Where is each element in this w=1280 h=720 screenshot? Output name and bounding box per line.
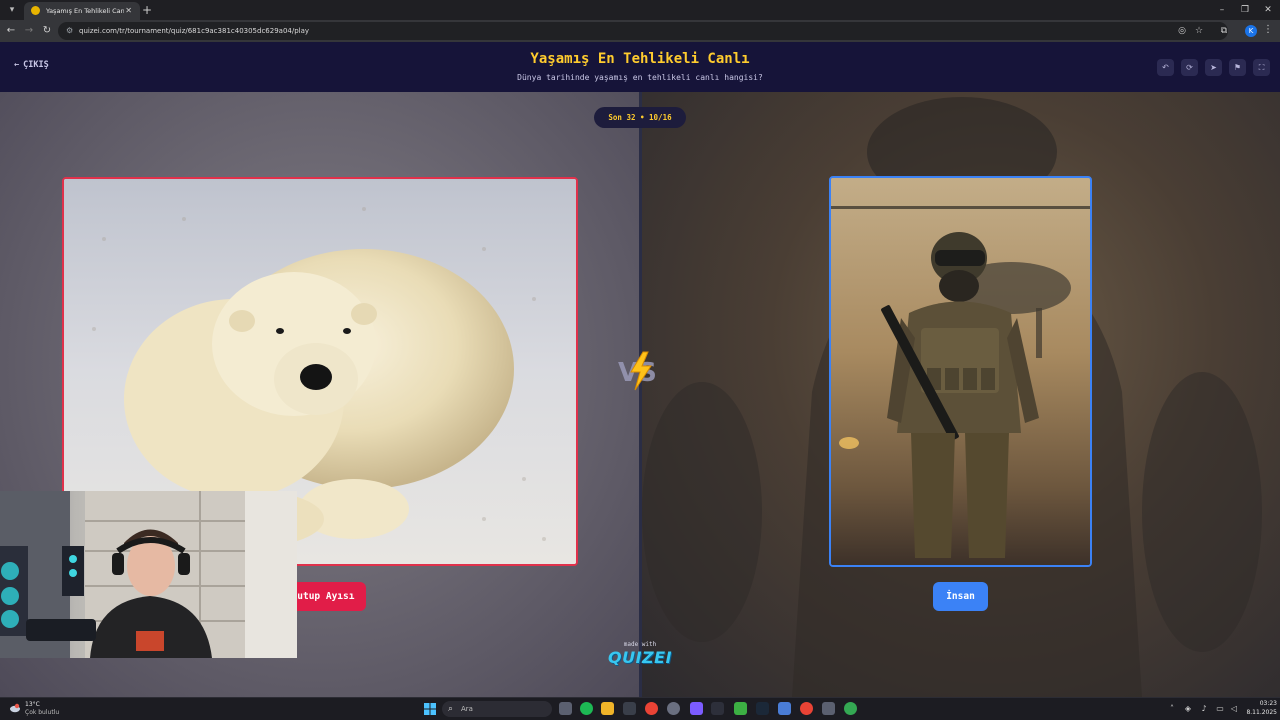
- file-explorer-icon[interactable]: [601, 702, 614, 715]
- versus-bolt-icon: VS: [618, 351, 657, 391]
- round-indicator: Son 32 • 10/16: [594, 107, 686, 128]
- cloud-weather-icon: [10, 703, 20, 713]
- tab-title: Yaşamış En Tehlikeli Canlı - Tier: [46, 7, 124, 15]
- made-with-label: made with: [623, 641, 657, 648]
- right-choice-card[interactable]: [829, 176, 1092, 567]
- forward-icon[interactable]: →: [22, 24, 36, 38]
- store-icon[interactable]: [623, 702, 636, 715]
- profile-avatar[interactable]: K: [1245, 25, 1257, 37]
- taskbar-search[interactable]: ⌕ Ara: [442, 701, 552, 717]
- restore-icon[interactable]: ❐: [1238, 3, 1252, 17]
- browser-toolbar: ← → ↻ ⚙ quizei.com/tr/tournament/quiz/68…: [0, 20, 1280, 42]
- browser-tabstrip: ▾ Yaşamış En Tehlikeli Canlı - Tier ✕ + …: [0, 0, 1280, 20]
- center-divider: [639, 92, 642, 697]
- tab-favicon-icon: [31, 6, 40, 15]
- app-icon-2[interactable]: [711, 702, 724, 715]
- site-info-icon[interactable]: ⚙: [66, 26, 76, 36]
- webcam-overlay: [0, 491, 297, 658]
- weather-temperature[interactable]: 13°C: [25, 701, 40, 708]
- app-icon-4[interactable]: [822, 702, 835, 715]
- bookmark-star-icon[interactable]: ☆: [1193, 25, 1205, 37]
- quiz-title: Yaşamış En Tehlikeli Canlı: [530, 51, 750, 67]
- display-icon[interactable]: ▭: [1214, 702, 1226, 715]
- clock-date[interactable]: 8.11.2025: [1237, 709, 1277, 717]
- address-url: quizei.com/tr/tournament/quiz/681c9ac381…: [79, 27, 310, 35]
- quiz-subtitle: Dünya tarihinde yaşamış en tehlikeli can…: [517, 73, 763, 82]
- chrome-icon[interactable]: [645, 702, 658, 715]
- windows-start-icon[interactable]: [424, 703, 436, 715]
- tab-search-icon[interactable]: ▾: [6, 4, 18, 16]
- share-link-icon[interactable]: ⟳: [1181, 59, 1198, 76]
- task-view-icon[interactable]: [559, 702, 572, 715]
- taskbar-search-placeholder: Ara: [461, 705, 473, 713]
- report-flag-icon[interactable]: ⚑: [1229, 59, 1246, 76]
- clock-time[interactable]: 03:23: [1237, 700, 1277, 708]
- app-icon-3[interactable]: [778, 702, 791, 715]
- discord-icon[interactable]: [690, 702, 703, 715]
- microphone-icon[interactable]: ♪: [1198, 702, 1210, 715]
- back-icon[interactable]: ←: [4, 24, 18, 38]
- spotify-icon[interactable]: [580, 702, 593, 715]
- soldier-image: [831, 178, 1090, 565]
- chrome-icon-3[interactable]: [844, 702, 857, 715]
- search-icon: ⌕: [448, 704, 454, 714]
- new-tab-icon[interactable]: +: [141, 3, 153, 17]
- quizei-logo[interactable]: QUIZEI: [600, 648, 680, 667]
- eye-off-icon[interactable]: ◎: [1176, 25, 1188, 37]
- minimize-icon[interactable]: –: [1215, 3, 1229, 17]
- tray-overflow-icon[interactable]: ˄: [1166, 702, 1178, 715]
- chrome-icon-2[interactable]: [800, 702, 813, 715]
- right-choice-button[interactable]: İnsan: [933, 582, 988, 611]
- address-bar[interactable]: ⚙ quizei.com/tr/tournament/quiz/681c9ac3…: [58, 22, 1228, 40]
- xbox-icon[interactable]: [734, 702, 747, 715]
- weather-description[interactable]: Çok bulutlu: [25, 709, 59, 716]
- tab-close-icon[interactable]: ✕: [125, 2, 132, 20]
- close-window-icon[interactable]: ✕: [1261, 3, 1275, 17]
- send-icon[interactable]: ➤: [1205, 59, 1222, 76]
- app-icon-1[interactable]: [667, 702, 680, 715]
- browser-tab[interactable]: Yaşamış En Tehlikeli Canlı - Tier ✕: [24, 2, 140, 20]
- network-icon[interactable]: ◈: [1182, 702, 1194, 715]
- undo-icon[interactable]: ↶: [1157, 59, 1174, 76]
- fullscreen-icon[interactable]: ⛶: [1253, 59, 1270, 76]
- taskbar: 13°C Çok bulutlu ⌕ Ara ˄ ◈ ♪ ▭ ◁ 03:23 8…: [0, 697, 1280, 720]
- reload-icon[interactable]: ↻: [40, 24, 54, 38]
- quiz-header: ← ÇIKIŞ Yaşamış En Tehlikeli Canlı Dünya …: [0, 42, 1280, 92]
- streamer-webcam-image: [0, 491, 297, 658]
- steam-icon[interactable]: [756, 702, 769, 715]
- extensions-icon[interactable]: ⧉: [1218, 25, 1230, 37]
- browser-menu-icon[interactable]: ⋮: [1263, 23, 1273, 37]
